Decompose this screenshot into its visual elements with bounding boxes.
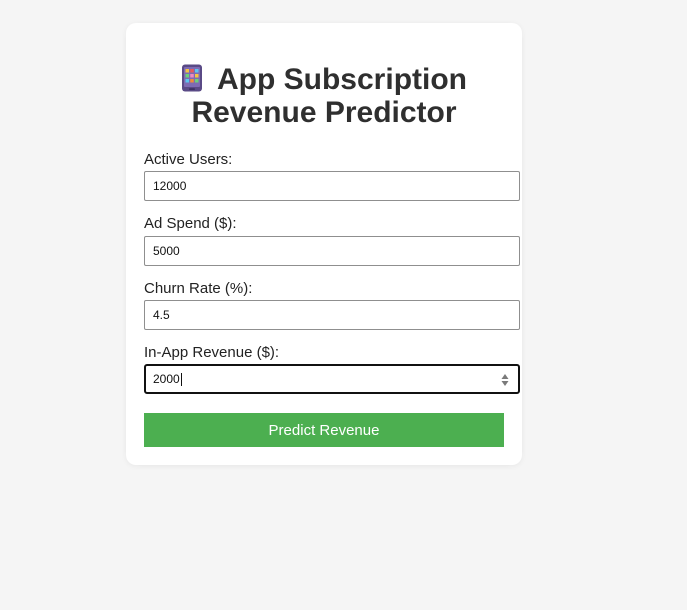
ad-spend-input[interactable]: 5000 <box>144 236 520 266</box>
ad-spend-label: Ad Spend ($): <box>144 215 237 232</box>
in-app-revenue-input[interactable]: 2000 <box>144 364 520 394</box>
number-spinner-icon[interactable] <box>501 373 509 387</box>
in-app-revenue-value: 2000 <box>153 372 180 386</box>
churn-rate-value: 4.5 <box>153 308 170 322</box>
ad-spend-value: 5000 <box>153 244 180 258</box>
churn-rate-input[interactable]: 4.5 <box>144 300 520 330</box>
page-title-text: App Subscription Revenue Predictor <box>191 63 467 129</box>
churn-rate-label: Churn Rate (%): <box>144 280 253 297</box>
active-users-value: 12000 <box>153 179 187 193</box>
page-title: App Subscription Revenue Predictor <box>126 63 522 129</box>
active-users-input[interactable]: 12000 <box>144 171 520 201</box>
in-app-revenue-label: In-App Revenue ($): <box>144 344 280 361</box>
predictor-card: App Subscription Revenue Predictor Activ… <box>126 23 522 465</box>
predict-revenue-button[interactable]: Predict Revenue <box>144 413 504 447</box>
text-cursor <box>180 372 182 386</box>
active-users-label: Active Users: <box>144 151 233 168</box>
mobile-phone-icon <box>181 64 203 92</box>
